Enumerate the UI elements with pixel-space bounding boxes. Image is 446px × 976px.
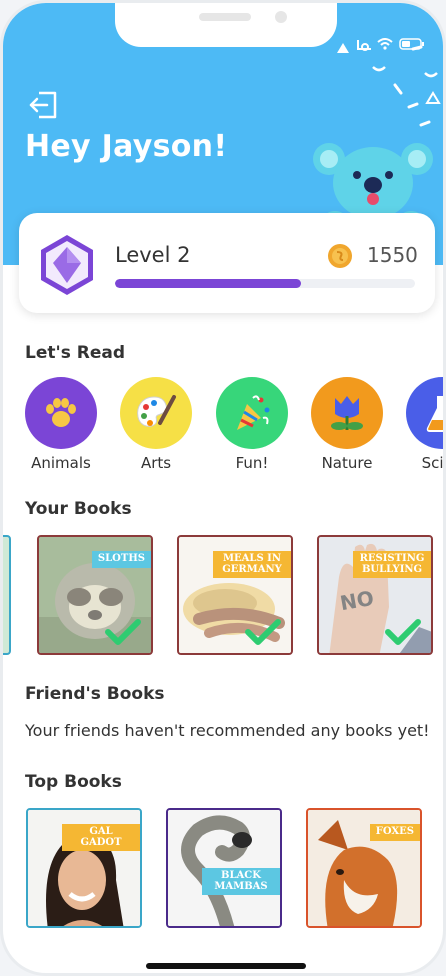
category-label: Nature bbox=[321, 454, 373, 472]
level-label: Level 2 bbox=[115, 243, 191, 267]
book-title-tag: FOXES bbox=[369, 824, 420, 841]
camera bbox=[275, 11, 287, 23]
category-animals[interactable]: Animals bbox=[24, 377, 98, 472]
coin-icon bbox=[328, 244, 352, 268]
category-label: Scien bbox=[421, 454, 444, 472]
category-circle bbox=[406, 377, 443, 449]
top-book-gal-gadot[interactable]: GAL GADOT bbox=[26, 808, 142, 928]
level-progress-fill bbox=[115, 279, 301, 288]
palette-icon bbox=[137, 395, 176, 427]
category-label: Animals bbox=[31, 454, 91, 472]
completed-check-icon bbox=[105, 619, 141, 645]
level-gem-badge-icon bbox=[41, 235, 93, 295]
completed-check-icon bbox=[245, 619, 281, 645]
category-nature[interactable]: Nature bbox=[310, 377, 384, 472]
phone-frame: Hey Jayson! Level 2 1550 Let's Read Anim… bbox=[0, 0, 446, 976]
category-fun[interactable]: Fun! bbox=[215, 377, 289, 472]
paw-icon bbox=[46, 398, 76, 427]
coin-count: 1550 bbox=[367, 243, 418, 267]
category-label: Fun! bbox=[235, 454, 269, 472]
category-circle bbox=[120, 377, 192, 449]
level-card[interactable]: Level 2 1550 bbox=[19, 213, 435, 313]
level-progress-bar bbox=[115, 279, 415, 288]
book-title-tag: BLACK MAMBAS bbox=[202, 868, 280, 895]
category-circle bbox=[311, 377, 383, 449]
your-book-meals-in-germany[interactable]: MEALS IN GERMANY bbox=[177, 535, 293, 655]
top-book-black-mambas[interactable]: BLACK MAMBAS bbox=[166, 808, 282, 928]
confetti-decoration bbox=[337, 43, 441, 127]
category-circle bbox=[25, 377, 97, 449]
book-title-tag: GAL GADOT bbox=[62, 824, 140, 851]
completed-check-icon bbox=[385, 619, 421, 645]
section-title-lets-read: Let's Read bbox=[25, 343, 125, 363]
book-title-tag: RESISTING BULLYING bbox=[353, 551, 431, 578]
category-science[interactable]: Scien bbox=[405, 377, 444, 472]
category-label: Arts bbox=[140, 454, 172, 472]
section-title-friends-books: Friend's Books bbox=[25, 684, 165, 704]
book-title-tag: SLOTHS bbox=[91, 551, 151, 568]
book-cover-partial[interactable] bbox=[3, 535, 11, 655]
section-title-your-books: Your Books bbox=[25, 499, 132, 519]
section-title-top-books: Top Books bbox=[25, 772, 122, 792]
logout-icon[interactable] bbox=[29, 91, 59, 119]
speaker bbox=[199, 13, 251, 21]
top-book-foxes[interactable]: FOXES bbox=[306, 808, 422, 928]
party-popper-icon bbox=[237, 395, 270, 430]
your-book-sloths[interactable]: SLOTHS bbox=[37, 535, 153, 655]
device-notch bbox=[115, 3, 337, 47]
your-book-resisting-bullying[interactable]: NO RESISTING BULLYING bbox=[317, 535, 433, 655]
greeting-title: Hey Jayson! bbox=[25, 129, 228, 164]
flower-icon bbox=[331, 396, 363, 430]
category-arts[interactable]: Arts bbox=[119, 377, 193, 472]
friends-empty-message: Your friends haven't recommended any boo… bbox=[25, 721, 430, 740]
home-indicator[interactable] bbox=[146, 963, 306, 969]
flask-icon bbox=[426, 396, 443, 432]
category-circle bbox=[216, 377, 288, 449]
book-title-tag: MEALS IN GERMANY bbox=[213, 551, 291, 578]
